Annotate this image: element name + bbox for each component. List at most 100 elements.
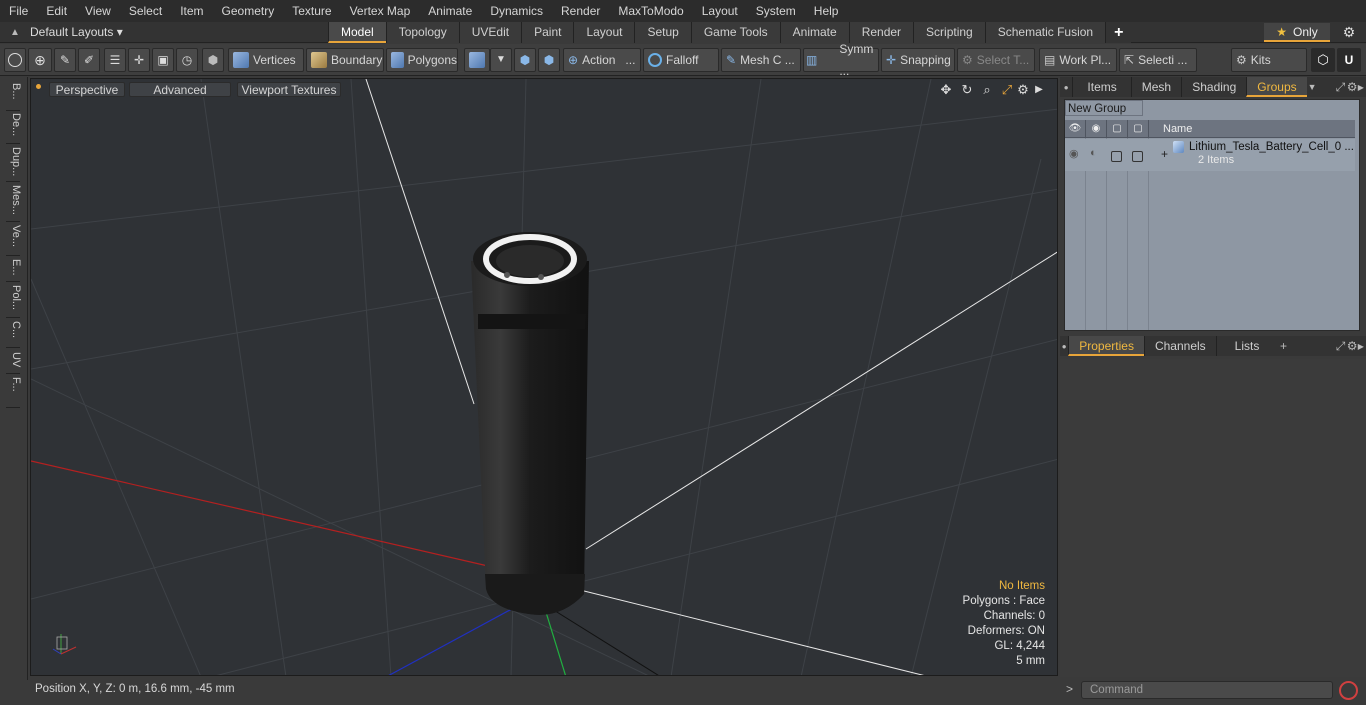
left-tab-duplicate[interactable]: Dup... [4,147,22,176]
falloff-button[interactable]: Falloff [643,48,719,72]
tab-paint[interactable]: Paint [521,22,574,43]
panel-gear-icon[interactable]: ⚙ [1347,339,1358,353]
menu-layout[interactable]: Layout [693,0,747,22]
tab-mesh[interactable]: Mesh ... [1130,77,1181,114]
mesh-constraint-button[interactable]: ✎ Mesh C ... [721,48,801,72]
mode-dropdown[interactable]: ▼ [490,48,512,72]
rotate-view-icon[interactable]: ↻ [959,82,975,98]
menu-dynamics[interactable]: Dynamics [481,0,552,22]
center-button[interactable]: ✛ [128,48,150,72]
vertices-button[interactable]: Vertices [228,48,304,72]
shield-blue-2-button[interactable]: ⬢ [538,48,560,72]
menu-geometry[interactable]: Geometry [213,0,284,22]
new-group-button[interactable]: New Group [1065,100,1143,116]
record-macro-icon[interactable] [1339,681,1358,700]
tab-shading[interactable]: Shading [1181,77,1246,97]
item-mode-button[interactable] [464,48,490,72]
panel-expand-icon[interactable]: ⤢ [1336,339,1347,354]
work-plane-button[interactable]: ▤ Work Pl... [1039,48,1117,72]
tabs-dropdown-icon[interactable]: ▼ [1307,82,1318,92]
add-tab-icon[interactable]: + [1105,22,1132,43]
tab-setup[interactable]: Setup [634,22,691,43]
select-circle-button[interactable] [4,48,26,72]
tab-items[interactable]: Items [1072,77,1130,97]
perspective-button[interactable]: Perspective [49,82,125,97]
tab-groups[interactable]: Groups [1246,77,1307,97]
add-tab-icon[interactable]: + [1277,339,1289,353]
tab-uvedit[interactable]: UVEdit [458,22,522,43]
left-tab-uv[interactable]: UV [4,352,22,367]
expand-right-icon[interactable]: ▶ [1031,82,1047,98]
globe-button[interactable]: ⊕ [28,48,52,72]
menu-select[interactable]: Select [120,0,171,22]
selection-sets-button[interactable]: ⇱ Selecti ... [1119,48,1197,72]
tab-schematic-fusion[interactable]: Schematic Fusion [984,22,1106,43]
menu-system[interactable]: System [747,0,805,22]
3d-viewport[interactable]: Perspective Advanced Viewport Textures ✥… [30,78,1058,676]
menu-help[interactable]: Help [805,0,848,22]
command-input[interactable]: Command [1081,681,1333,699]
tab-model[interactable]: Model [328,22,386,43]
menu-edit[interactable]: Edit [37,0,76,22]
viewport-gear-icon[interactable]: ⚙ [1015,82,1031,98]
maximize-icon[interactable]: ⤢ [999,82,1015,98]
left-tab-polygon[interactable]: Pol... [4,285,22,310]
left-tab-deform[interactable]: De... [4,113,22,136]
tab-properties[interactable]: Properties [1068,336,1144,356]
tab-animate[interactable]: Animate [779,22,849,43]
tab-lists[interactable]: Lists [1215,336,1278,356]
left-tab-mesh-edit[interactable]: Mes... [4,185,22,215]
gear-icon[interactable]: ⚙ [1340,24,1358,42]
clock-button[interactable]: ◷ [176,48,198,72]
collapse-up-icon[interactable]: ▲ [0,27,30,38]
menu-item[interactable]: Item [171,0,212,22]
advanced-button[interactable]: Advanced [129,82,231,97]
menu-render[interactable]: Render [552,0,609,22]
select-through-button[interactable]: ⚙ Select T... [957,48,1035,72]
tab-scripting[interactable]: Scripting [913,22,985,43]
layout-selector[interactable]: Default Layouts ▾ [30,25,130,39]
menu-file[interactable]: File [0,0,37,22]
action-button[interactable]: ⊕ Action... [563,48,641,72]
select-icon[interactable]: ▢ [1128,119,1149,138]
row-render-icon[interactable]: ◐ [1090,147,1097,159]
left-tab-basic[interactable]: B... [4,83,22,100]
unreal-button[interactable]: U [1337,48,1361,72]
panel-expand-icon[interactable]: ⤢ [1336,80,1347,95]
tab-channels[interactable]: Channels [1143,336,1216,356]
brush-button[interactable]: ✐ [78,48,100,72]
tab-layout[interactable]: Layout [573,22,635,43]
eye-icon[interactable]: 👁 [1065,119,1086,138]
panel-arrow-icon[interactable]: ▶ [1358,83,1366,92]
battery-model[interactable] [471,232,589,615]
viewport-textures-button[interactable]: Viewport Textures [237,82,341,97]
shield-button[interactable]: ⬢ [202,48,224,72]
shield-blue-button[interactable]: ⬢ [514,48,536,72]
menu-view[interactable]: View [76,0,120,22]
panel-gear-icon[interactable]: ⚙ [1347,80,1358,94]
tab-topology[interactable]: Topology [385,22,459,43]
only-button[interactable]: ★ Only [1264,23,1330,42]
menu-animate[interactable]: Animate [419,0,481,22]
polygons-button[interactable]: Polygons [386,48,458,72]
tab-game-tools[interactable]: Game Tools [690,22,780,43]
panel-arrow-icon[interactable]: ▶ [1358,342,1366,351]
row-select-checkbox[interactable] [1132,151,1143,162]
group-row[interactable]: ◉ ◐ + Lithium_Tesla_Battery_Cell_0 ... 2… [1065,139,1355,171]
left-tab-vertex[interactable]: Ve... [4,225,22,247]
kits-button[interactable]: ⚙ Kits [1231,48,1307,72]
move-view-icon[interactable]: ✥ [938,82,954,98]
expand-plus-icon[interactable]: + [1161,147,1168,161]
align-button[interactable]: ☰ [104,48,126,72]
left-tab-curve[interactable]: C... [4,321,22,338]
pen-button[interactable]: ✎ [54,48,76,72]
left-tab-edge[interactable]: E... [4,259,22,276]
row-eye-icon[interactable]: ◉ [1069,147,1079,160]
snapping-button[interactable]: ✛ Snapping [881,48,955,72]
lock-icon[interactable]: ▢ [1107,119,1128,138]
menu-vertex-map[interactable]: Vertex Map [341,0,420,22]
boundary-button[interactable]: Boundary [306,48,384,72]
menu-maxtomodo[interactable]: MaxToModo [609,0,692,22]
row-lock-checkbox[interactable] [1111,151,1122,162]
frame-button[interactable]: ▣ [152,48,174,72]
